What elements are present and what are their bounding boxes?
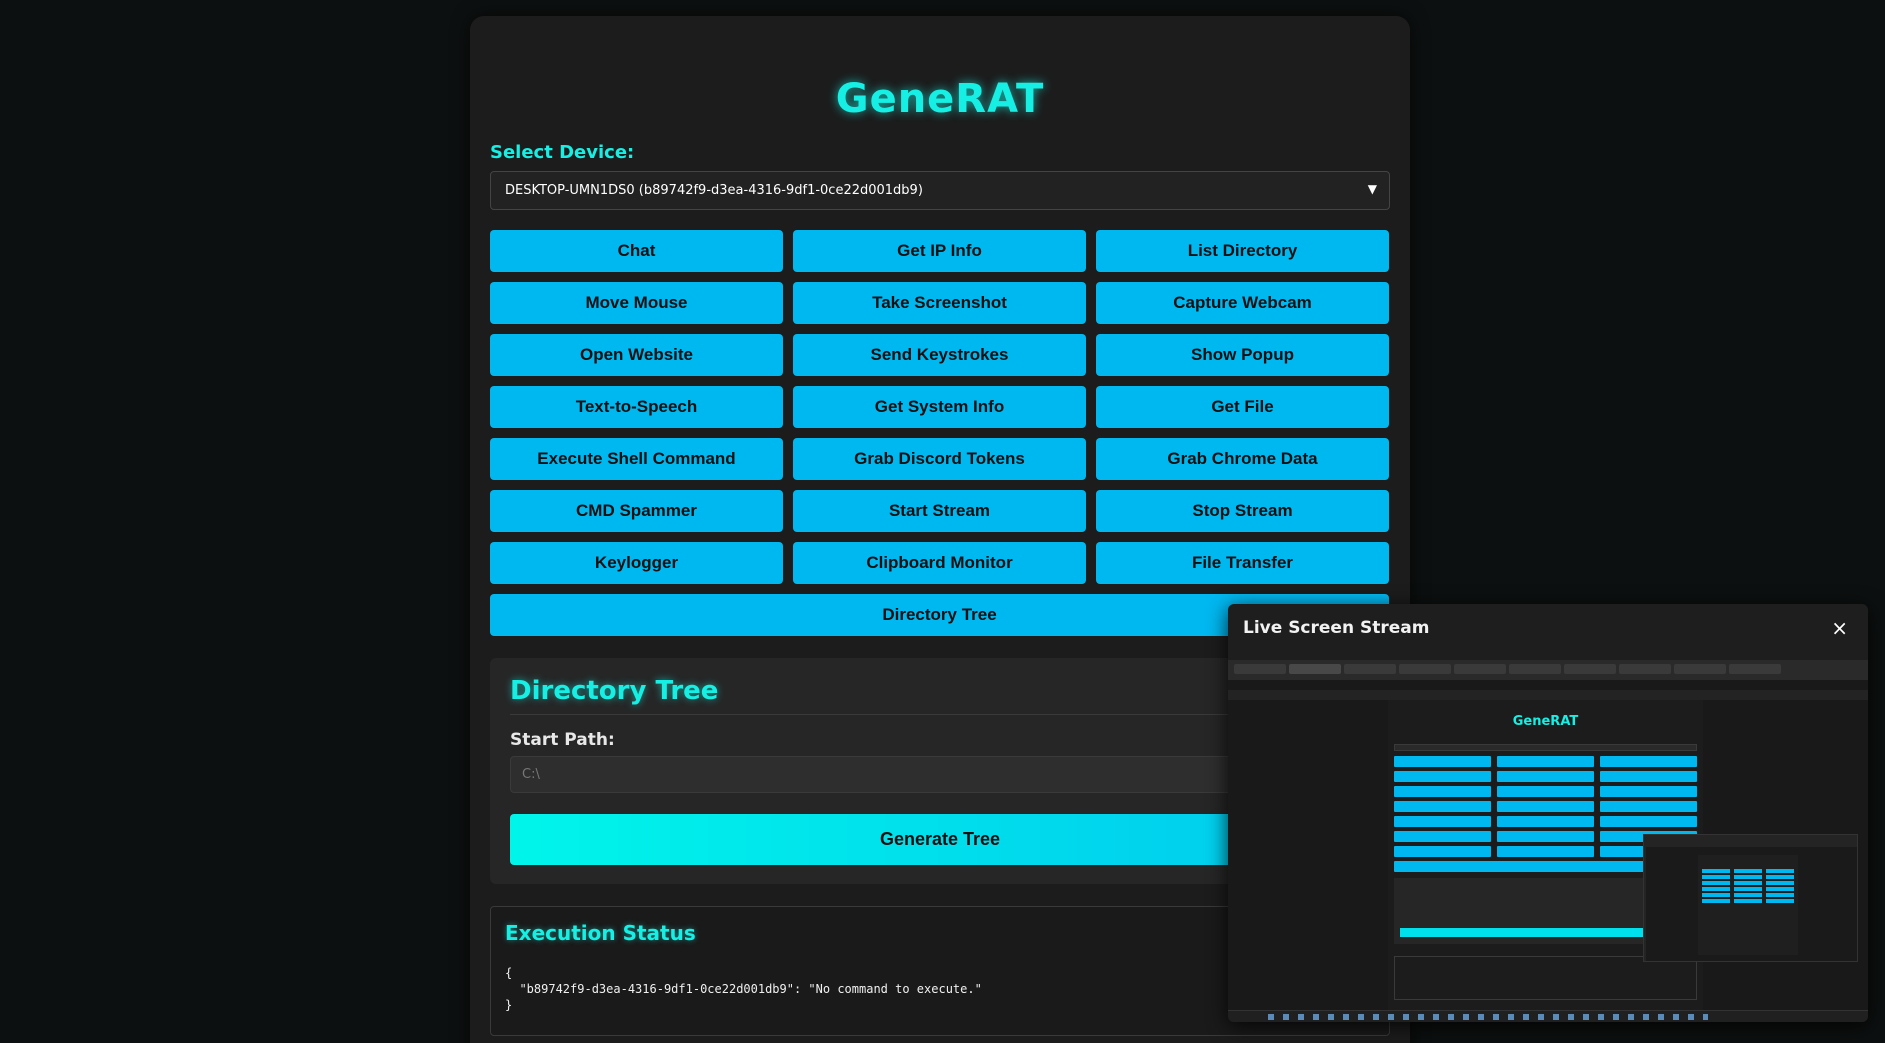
execution-status-title: Execution Status xyxy=(505,921,696,945)
execute-shell-command-button[interactable]: Execute Shell Command xyxy=(490,438,783,480)
file-transfer-button[interactable]: File Transfer xyxy=(1096,542,1389,584)
stream-browser-tabs xyxy=(1228,660,1868,680)
select-device-label: Select Device: xyxy=(490,142,635,163)
stream-bookmarks-bar xyxy=(1228,690,1868,700)
stream-frame: GeneRAT xyxy=(1228,660,1868,1022)
move-mouse-button[interactable]: Move Mouse xyxy=(490,282,783,324)
stream-taskbar xyxy=(1228,1010,1868,1022)
keylogger-button[interactable]: Keylogger xyxy=(490,542,783,584)
device-select[interactable]: DESKTOP-UMN1DS0 (b89742f9-d3ea-4316-9df1… xyxy=(490,171,1390,210)
take-screenshot-button[interactable]: Take Screenshot xyxy=(793,282,1086,324)
stream-nested-modal xyxy=(1643,834,1858,962)
device-select-value: DESKTOP-UMN1DS0 (b89742f9-d3ea-4316-9df1… xyxy=(505,183,923,198)
modal-header: Live Screen Stream × xyxy=(1228,604,1868,654)
chevron-down-icon: ▼ xyxy=(1367,182,1377,196)
chat-button[interactable]: Chat xyxy=(490,230,783,272)
get-system-info-button[interactable]: Get System Info xyxy=(793,386,1086,428)
app-title: GeneRAT xyxy=(835,76,1045,122)
command-button-grid: Chat Get IP Info List Directory Move Mou… xyxy=(490,230,1390,636)
get-file-button[interactable]: Get File xyxy=(1096,386,1389,428)
stream-device-select xyxy=(1394,744,1697,751)
grab-chrome-data-button[interactable]: Grab Chrome Data xyxy=(1096,438,1389,480)
close-icon[interactable]: × xyxy=(1831,616,1848,640)
show-popup-button[interactable]: Show Popup xyxy=(1096,334,1389,376)
get-ip-info-button[interactable]: Get IP Info xyxy=(793,230,1086,272)
list-directory-button[interactable]: List Directory xyxy=(1096,230,1389,272)
cmd-spammer-button[interactable]: CMD Spammer xyxy=(490,490,783,532)
send-keystrokes-button[interactable]: Send Keystrokes xyxy=(793,334,1086,376)
text-to-speech-button[interactable]: Text-to-Speech xyxy=(490,386,783,428)
open-website-button[interactable]: Open Website xyxy=(490,334,783,376)
stream-page-title: GeneRAT xyxy=(1512,714,1579,729)
start-path-label: Start Path: xyxy=(510,730,615,750)
clipboard-monitor-button[interactable]: Clipboard Monitor xyxy=(793,542,1086,584)
start-path-placeholder: C:\ xyxy=(522,767,540,782)
stop-stream-button[interactable]: Stop Stream xyxy=(1096,490,1389,532)
execution-status-output: { "b89742f9-d3ea-4316-9df1-0ce22d001db9"… xyxy=(505,966,982,1012)
directory-tree-title: Directory Tree xyxy=(510,676,719,706)
start-stream-button[interactable]: Start Stream xyxy=(793,490,1086,532)
capture-webcam-button[interactable]: Capture Webcam xyxy=(1096,282,1389,324)
live-stream-modal: Live Screen Stream × GeneRAT xyxy=(1228,604,1868,1022)
stream-status-section xyxy=(1394,956,1697,1000)
grab-discord-tokens-button[interactable]: Grab Discord Tokens xyxy=(793,438,1086,480)
modal-title: Live Screen Stream xyxy=(1243,618,1430,638)
